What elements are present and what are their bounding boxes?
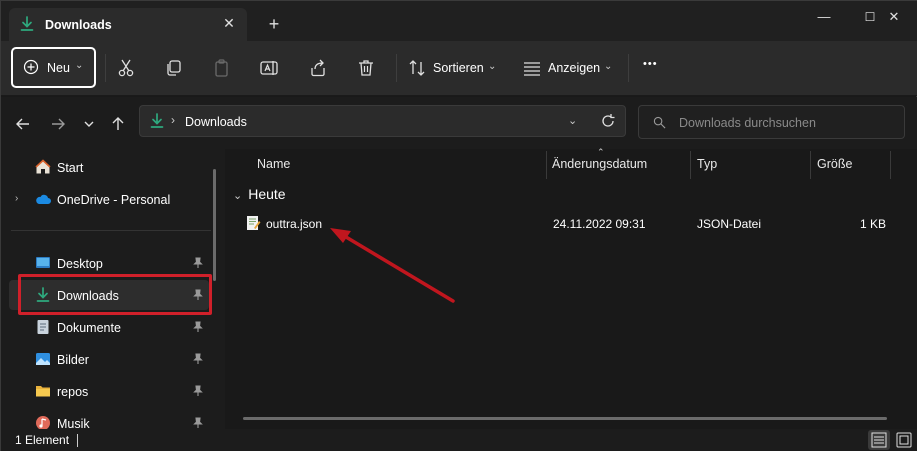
plus-icon[interactable]: + <box>263 13 285 35</box>
command-bar: Neu ⌄ Sortieren ⌄ Anzeigen ⌄ ••• <box>1 41 917 96</box>
group-header-heute[interactable]: ⌄ Heute <box>233 186 286 202</box>
column-divider[interactable] <box>890 151 891 179</box>
sidebar-item-dokumente[interactable]: Dokumente <box>9 312 209 342</box>
download-icon <box>20 16 34 31</box>
column-divider[interactable] <box>810 151 811 179</box>
sort-icon[interactable] <box>407 58 427 78</box>
sidebar-item-start[interactable]: Start <box>9 152 209 182</box>
annotation-highlight-box <box>18 274 212 315</box>
file-size: 1 KB <box>860 217 887 231</box>
desktop-icon <box>36 257 50 268</box>
document-icon <box>37 320 49 334</box>
pin-icon[interactable] <box>191 416 205 429</box>
json-file-icon <box>247 216 261 230</box>
add-circle-icon <box>23 59 39 75</box>
rename-icon[interactable] <box>259 58 279 78</box>
horizontal-scrollbar[interactable] <box>243 417 887 420</box>
view-icon[interactable] <box>522 58 542 78</box>
tab-downloads[interactable]: Downloads ✕ <box>9 8 247 41</box>
minimize-button[interactable]: — <box>801 5 847 29</box>
sidebar-item-label: Dokumente <box>57 321 121 335</box>
status-bar: 1 Element <box>1 429 917 451</box>
status-divider <box>77 434 78 447</box>
column-header-size[interactable]: Größe <box>817 157 852 171</box>
sidebar-item-label: Bilder <box>57 353 89 367</box>
search-input[interactable] <box>679 114 889 132</box>
title-bar: Downloads ✕ + — ☐ ✕ <box>1 1 917 41</box>
column-divider[interactable] <box>690 151 691 179</box>
address-bar[interactable]: › Downloads ⌄ <box>139 105 626 137</box>
toolbar-divider <box>628 54 629 82</box>
home-icon <box>35 159 51 174</box>
large-icons-view-icon[interactable] <box>893 430 915 450</box>
search-box[interactable] <box>638 105 905 139</box>
group-label: Heute <box>248 186 286 202</box>
sidebar-item-onedrive[interactable]: › OneDrive - Personal <box>9 184 209 214</box>
pin-icon[interactable] <box>191 256 205 270</box>
forward-arrow-icon[interactable] <box>48 114 68 134</box>
chevron-right-icon[interactable]: › <box>15 193 18 204</box>
folder-icon <box>36 386 50 397</box>
music-icon <box>36 416 50 429</box>
details-view-icon[interactable] <box>868 430 890 450</box>
sort-button[interactable]: Sortieren <box>433 61 484 75</box>
share-icon[interactable] <box>308 58 328 78</box>
column-divider[interactable] <box>546 151 547 179</box>
sidebar-item-label: Musik <box>57 417 90 429</box>
paste-icon[interactable] <box>212 58 232 78</box>
sidebar-scrollbar[interactable] <box>213 169 216 281</box>
file-explorer-window: Downloads ✕ + — ☐ ✕ Neu ⌄ Sortieren ⌄ An… <box>0 0 917 451</box>
breadcrumb-downloads[interactable]: Downloads <box>185 115 247 129</box>
sidebar-divider <box>11 230 211 231</box>
sidebar-item-musik[interactable]: Musik <box>9 408 209 429</box>
recent-locations-chevron-icon[interactable] <box>79 114 99 134</box>
sidebar-item-repos[interactable]: repos <box>9 376 209 406</box>
up-arrow-icon[interactable] <box>108 114 128 134</box>
picture-icon <box>36 353 50 365</box>
search-icon <box>653 116 666 129</box>
toolbar-divider <box>396 54 397 82</box>
pin-icon[interactable] <box>191 384 205 398</box>
view-button[interactable]: Anzeigen <box>548 61 600 75</box>
item-count: 1 Element <box>15 433 70 447</box>
download-icon <box>150 113 164 128</box>
chevron-down-icon[interactable]: ⌄ <box>568 114 577 127</box>
column-header-date[interactable]: Änderungsdatum <box>552 157 647 171</box>
file-date: 24.11.2022 09:31 <box>553 217 646 231</box>
sidebar-item-label: repos <box>57 385 89 399</box>
more-options-button[interactable]: ••• <box>643 58 658 70</box>
new-button-label: Neu <box>47 61 70 75</box>
pin-icon[interactable] <box>191 320 205 334</box>
chevron-down-icon: ⌄ <box>488 61 497 72</box>
sidebar-item-label: Desktop <box>57 257 103 271</box>
chevron-down-icon: ⌄ <box>75 60 84 71</box>
navigation-row: › Downloads ⌄ <box>1 97 917 149</box>
table-row[interactable]: outtra.json 24.11.2022 09:31 JSON-Datei … <box>239 209 899 237</box>
column-header-type[interactable]: Typ <box>697 157 717 171</box>
column-header-name[interactable]: Name <box>257 157 290 171</box>
sidebar-item-label: Start <box>57 161 84 175</box>
refresh-icon[interactable] <box>600 113 616 129</box>
back-arrow-icon[interactable] <box>13 114 33 134</box>
close-window-button[interactable]: ✕ <box>871 5 917 29</box>
copy-icon[interactable] <box>164 58 184 78</box>
breadcrumb-chevron-icon: › <box>171 113 175 127</box>
chevron-down-icon: ⌄ <box>604 61 613 72</box>
sidebar-item-label: OneDrive - Personal <box>57 193 171 207</box>
cut-icon[interactable] <box>116 58 136 78</box>
pin-icon[interactable] <box>191 352 205 366</box>
toolbar-divider <box>105 54 106 82</box>
file-name: outtra.json <box>266 217 323 231</box>
file-list-pane: Name ⌃ Änderungsdatum Typ Größe ⌄ Heute o… <box>225 147 917 429</box>
close-icon[interactable]: ✕ <box>219 13 239 33</box>
chevron-down-icon: ⌄ <box>233 190 243 202</box>
file-type: JSON-Datei <box>697 217 762 231</box>
cloud-icon <box>36 194 51 204</box>
sidebar-item-bilder[interactable]: Bilder <box>9 344 209 374</box>
tab-title: Downloads <box>45 18 112 32</box>
new-button[interactable]: Neu ⌄ <box>11 47 96 88</box>
delete-icon[interactable] <box>356 58 376 78</box>
